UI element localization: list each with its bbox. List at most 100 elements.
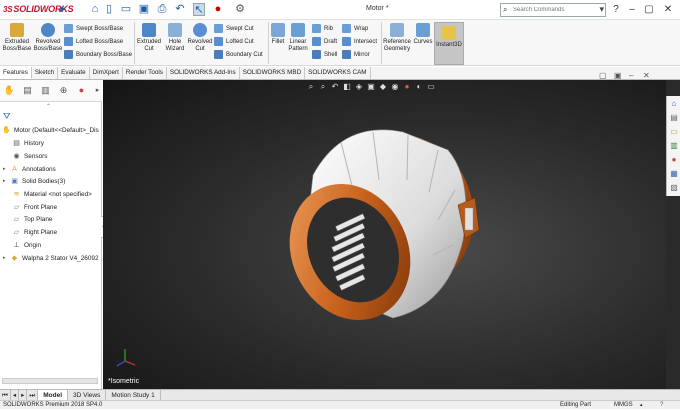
panel-collapse-icon[interactable]: ⌃ xyxy=(46,103,51,110)
tree-root-part[interactable]: ✋ Motor (Default<<Default>_Dis xyxy=(2,124,99,136)
expand-arrow-icon[interactable]: ▸ xyxy=(3,255,8,261)
appearances-icon[interactable]: ● xyxy=(669,155,679,165)
restore-icon[interactable]: ▢ xyxy=(642,3,656,16)
swept-boss-button[interactable]: Swept Boss/Base xyxy=(64,22,134,35)
tree-item-front-plane[interactable]: ▱ Front Plane xyxy=(12,201,57,213)
tree-item-history[interactable]: ▤ History xyxy=(12,137,44,149)
last-tab-icon[interactable]: ⏭ xyxy=(27,389,39,401)
section-view-icon[interactable]: ◧ xyxy=(342,82,352,92)
boundary-cut-button[interactable]: Boundary Cut xyxy=(214,48,270,61)
zoom-to-area-icon[interactable]: ⌕ xyxy=(318,82,328,92)
select-pointer-icon[interactable]: ↖ xyxy=(193,3,205,16)
save-icon[interactable]: ▣ xyxy=(138,3,150,16)
options-gear-icon[interactable]: ⚙ xyxy=(234,3,246,16)
arrow-right-icon[interactable]: ▸ xyxy=(57,3,69,16)
home-icon[interactable]: ⌂ xyxy=(89,3,101,16)
curves-button[interactable]: Curves xyxy=(412,23,434,46)
print-icon[interactable]: ⎙ xyxy=(156,3,168,16)
tab-mbd[interactable]: SOLIDWORKS MBD xyxy=(240,67,306,79)
view-palette-icon[interactable]: ▥ xyxy=(669,141,679,151)
tree-item-solid-bodies[interactable]: ▸ ▣ Solid Bodies(3) xyxy=(3,175,65,187)
minimize-icon[interactable]: – xyxy=(625,3,639,16)
dynamic-annotation-icon[interactable]: ◈ xyxy=(354,82,364,92)
display-style-icon[interactable]: ◆ xyxy=(378,82,388,92)
tab-motion-study[interactable]: Motion Study 1 xyxy=(106,389,161,401)
configuration-manager-tab-icon[interactable]: ▥ xyxy=(39,84,52,97)
dimxpert-manager-tab-icon[interactable]: ⊕ xyxy=(57,84,70,97)
hide-show-items-icon[interactable]: ◉ xyxy=(390,82,400,92)
file-explorer-icon[interactable]: ▭ xyxy=(669,127,679,137)
revolved-boss-button[interactable]: Revolved Boss/Base xyxy=(32,23,64,53)
feature-manager-tab-icon[interactable]: ✋ xyxy=(3,84,16,97)
panel-scrollbar[interactable] xyxy=(2,378,98,384)
traffic-light-icon[interactable]: ● xyxy=(212,3,224,16)
tab-dimxpert[interactable]: DimXpert xyxy=(90,67,123,79)
close-icon[interactable]: ✕ xyxy=(661,3,675,16)
expand-arrow-icon[interactable]: ▸ xyxy=(3,166,8,172)
view-orientation-icon[interactable]: ▣ xyxy=(366,82,376,92)
tab-evaluate[interactable]: Evaluate xyxy=(58,67,90,79)
solidworks-resources-icon[interactable]: ⌂ xyxy=(669,99,679,109)
search-commands-box[interactable]: ⌕ ▾ xyxy=(500,3,606,17)
linear-pattern-button[interactable]: Linear Pattern xyxy=(286,23,310,53)
extruded-cut-button[interactable]: Extruded Cut xyxy=(136,23,162,53)
graphics-viewport[interactable] xyxy=(103,80,666,389)
tab-add-ins[interactable]: SOLIDWORKS Add-Ins xyxy=(167,67,240,79)
wrap-button[interactable]: Wrap xyxy=(342,22,382,35)
display-manager-tab-icon[interactable]: ● xyxy=(75,84,88,97)
tab-model[interactable]: Model xyxy=(38,389,69,401)
tree-item-annotations[interactable]: ▸ A Annotations xyxy=(3,163,56,175)
search-dropdown-icon[interactable]: ▾ xyxy=(599,4,604,15)
boundary-boss-button[interactable]: Boundary Boss/Base xyxy=(64,48,134,61)
expand-arrow-icon[interactable]: ▸ xyxy=(3,178,8,184)
swept-cut-button[interactable]: Swept Cut xyxy=(214,22,270,35)
tree-item-origin[interactable]: ⊥ Origin xyxy=(12,239,41,251)
instant3d-button[interactable]: Instant3D xyxy=(434,22,464,65)
filter-icon[interactable]: ⛛ xyxy=(3,111,11,122)
mirror-button[interactable]: Mirror xyxy=(342,48,382,61)
tab-sketch[interactable]: Sketch xyxy=(32,67,59,79)
tree-item-sensors[interactable]: ◉ Sensors xyxy=(12,150,47,162)
reference-geometry-button[interactable]: Reference Geometry xyxy=(382,23,412,53)
edit-appearance-icon[interactable]: ● xyxy=(402,82,412,92)
viewport-close-icon[interactable]: ✕ xyxy=(643,71,650,80)
first-tab-icon[interactable]: ⏮ xyxy=(0,389,11,401)
shell-button[interactable]: Shell xyxy=(312,48,342,61)
viewport-maximize-icon[interactable]: ▣ xyxy=(614,71,622,80)
design-library-icon[interactable]: ▤ xyxy=(669,113,679,123)
view-settings-icon[interactable]: ▭ xyxy=(426,82,436,92)
stator-model-render xyxy=(116,129,480,367)
lofted-boss-button[interactable]: Lofted Boss/Base xyxy=(64,35,134,48)
fillet-button[interactable]: Fillet xyxy=(270,23,286,46)
tab-features[interactable]: Features xyxy=(0,67,32,79)
tree-item-top-plane[interactable]: ▱ Top Plane xyxy=(12,213,53,225)
previous-view-icon[interactable]: ↶ xyxy=(330,82,340,92)
tab-cam[interactable]: SOLIDWORKS CAM xyxy=(305,67,371,79)
apply-scene-icon[interactable]: ◐ xyxy=(414,82,424,92)
rib-button[interactable]: Rib xyxy=(312,22,342,35)
prev-tab-icon[interactable]: ◂ xyxy=(11,389,20,401)
tab-3d-views[interactable]: 3D Views xyxy=(68,389,107,401)
new-document-icon[interactable]: ▯ xyxy=(103,3,115,16)
tab-render-tools[interactable]: Render Tools xyxy=(123,67,167,79)
tree-item-right-plane[interactable]: ▱ Right Plane xyxy=(12,226,57,238)
solidworks-forum-icon[interactable]: ▧ xyxy=(669,183,679,193)
viewport-minimize-icon[interactable]: – xyxy=(629,71,633,80)
tree-item-material[interactable]: ≋ Material <not specified> xyxy=(12,188,92,200)
open-folder-icon[interactable]: ▭ xyxy=(120,3,132,16)
zoom-to-fit-icon[interactable]: ⌕ xyxy=(306,82,316,92)
undo-icon[interactable]: ↶ xyxy=(174,3,186,16)
custom-properties-icon[interactable]: ▦ xyxy=(669,169,679,179)
extruded-boss-button[interactable]: Extruded Boss/Base xyxy=(2,23,32,53)
hole-wizard-button[interactable]: Hole Wizard xyxy=(163,23,187,53)
next-tab-icon[interactable]: ▸ xyxy=(19,389,28,401)
help-icon[interactable]: ? xyxy=(609,3,623,16)
lofted-cut-button[interactable]: Lofted Cut xyxy=(214,35,270,48)
search-input[interactable] xyxy=(513,4,593,16)
viewport-restore-icon[interactable]: ▢ xyxy=(599,71,607,80)
property-manager-tab-icon[interactable]: ▤ xyxy=(21,84,34,97)
intersect-button[interactable]: Intersect xyxy=(342,35,382,48)
tree-item-stator-feature[interactable]: ▸ ◆ Walpha 2 Stator V4_26092 xyxy=(3,252,99,264)
draft-button[interactable]: Draft xyxy=(312,35,342,48)
revolved-cut-button[interactable]: Revolved Cut xyxy=(187,23,213,53)
